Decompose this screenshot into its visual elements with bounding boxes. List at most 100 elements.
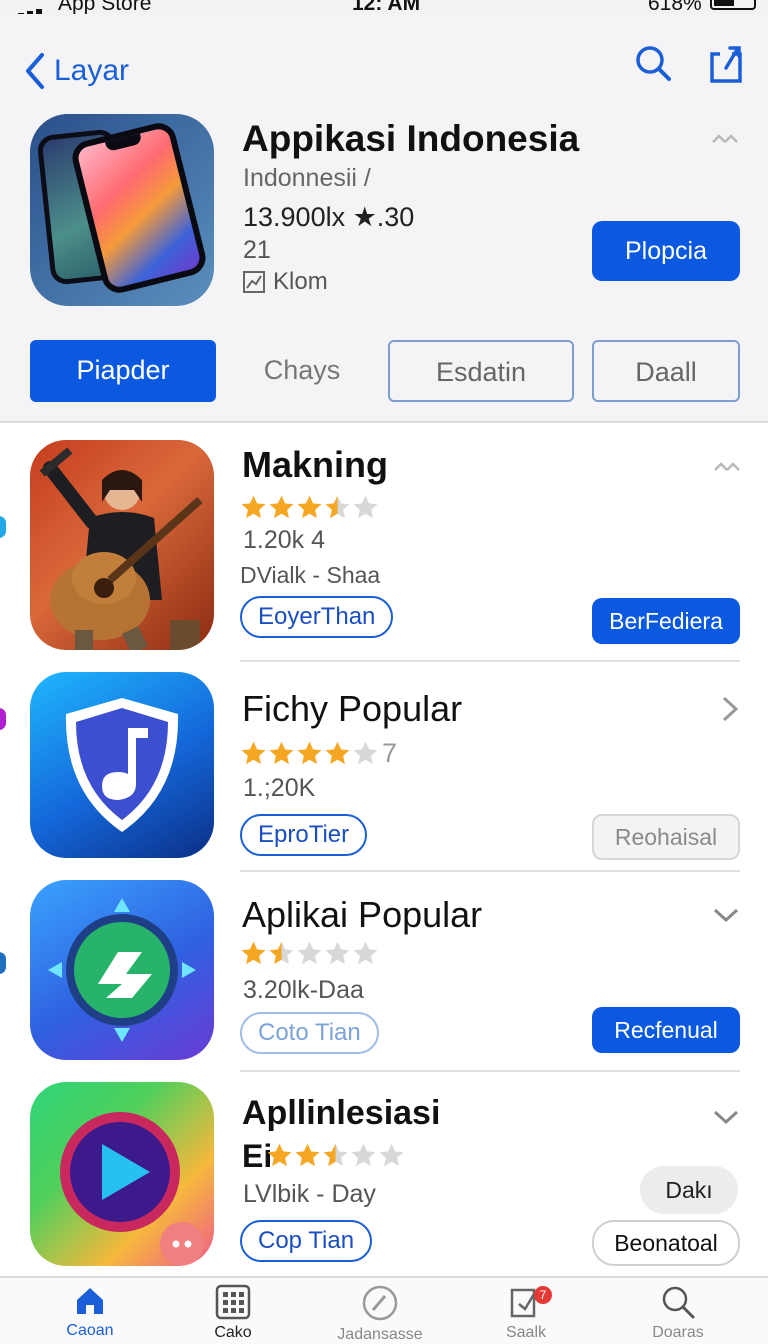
app-secondary-button[interactable]: Dakı: [640, 1166, 738, 1214]
featured-count: 21: [243, 236, 271, 264]
row-divider: [240, 660, 740, 662]
tab-esdatin[interactable]: Esdatin: [388, 340, 574, 402]
star-empty-icon: [353, 941, 378, 965]
tab-bar-label: Caoan: [66, 1322, 114, 1339]
list-item[interactable]: Fichy Popular 7 1.;20K EproTier Reohaisa…: [0, 672, 768, 872]
app-header: Layar Appikasi Indonesia Indonnesii / 13…: [0, 14, 768, 422]
star-half-icon: [323, 1143, 348, 1167]
open-button[interactable]: [720, 694, 740, 729]
app-title: Fichy Popular: [242, 688, 463, 729]
list-item[interactable]: Makning 1.20k 4 DVialk - Shaa EoyerThan …: [0, 440, 768, 662]
star-filled-icon: [297, 741, 322, 765]
app-action-button[interactable]: Beonatoal: [592, 1220, 740, 1266]
app-action-button[interactable]: BerFediera: [592, 598, 740, 644]
tab-bar-label: Saalk: [505, 1324, 547, 1341]
chevron-left-icon: [26, 53, 44, 89]
tab-bar-label: Cako: [214, 1324, 252, 1341]
star-empty-icon: [351, 1143, 376, 1167]
chevron-down-icon: [713, 908, 739, 923]
app-icon-music-shield[interactable]: [30, 672, 214, 858]
notification-badge: 7: [534, 1286, 552, 1304]
expand-button[interactable]: [712, 1108, 740, 1131]
star-rating: [240, 494, 380, 521]
featured-title: Appikasi Indonesia: [242, 118, 580, 159]
tab-bar-item-home[interactable]: Caoan: [30, 1284, 150, 1340]
header-divider: [0, 421, 768, 423]
app-tag[interactable]: EproTier: [240, 814, 368, 856]
chevron-up-icon: [712, 134, 738, 143]
app-tag[interactable]: Cop Tian: [240, 1220, 373, 1262]
tab-bar-item-search[interactable]: Doaras: [618, 1284, 738, 1342]
star-empty-icon: [297, 941, 322, 965]
star-filled-icon: [269, 741, 294, 765]
star-rating: 7: [240, 738, 397, 769]
app-stats: LVlbik - Day: [243, 1180, 376, 1208]
featured-subtitle: Indonnesii /: [243, 164, 371, 192]
star-filled-icon: [295, 1143, 320, 1167]
collapse-button[interactable]: [710, 130, 740, 151]
tab-bar-label: Doaras: [652, 1324, 704, 1341]
play-graphic: [60, 1112, 204, 1266]
grid-icon: [215, 1284, 251, 1320]
featured-app-icon[interactable]: [30, 114, 214, 306]
star-filled-icon: [269, 495, 294, 519]
back-label: Layar: [54, 54, 130, 87]
tab-bar-item-explore[interactable]: Jadansasse: [320, 1284, 440, 1344]
featured-action-button[interactable]: Plopcia: [592, 221, 740, 281]
chevron-up-icon: [714, 462, 740, 471]
home-icon: [77, 1288, 103, 1314]
row-divider: [240, 1070, 740, 1072]
star-half-icon: [269, 941, 294, 965]
app-tag[interactable]: EoyerThan: [240, 596, 394, 638]
guitarist-graphic: [39, 447, 203, 650]
chevron-down-icon: [713, 1110, 739, 1125]
tab-bar-label: Jadansasse: [337, 1326, 423, 1343]
app-action-button[interactable]: Reohaisal: [592, 814, 740, 860]
list-item[interactable]: Aplikai Popular 3.20lk-Daa Coto Tian Rec…: [0, 880, 768, 1072]
tab-chays[interactable]: Chays: [240, 340, 364, 402]
battery-icon: [710, 0, 756, 10]
chart-icon: [243, 271, 265, 293]
star-filled-icon: [241, 741, 266, 765]
rating-suffix: 7: [382, 738, 398, 768]
app-icon-compass[interactable]: [30, 880, 214, 1060]
app-stats: 3.20lk-Daa: [243, 976, 364, 1004]
tab-bar-item-apps[interactable]: Cako: [173, 1284, 293, 1342]
featured-meta-label: Klom: [273, 268, 328, 295]
chevron-right-icon: [722, 696, 739, 722]
app-stats: 1.;20K: [243, 774, 316, 802]
tab-daall[interactable]: Daall: [592, 340, 740, 402]
compass-graphic: [48, 898, 196, 1042]
app-tag[interactable]: Coto Tian: [240, 1012, 379, 1054]
app-title: Makning: [242, 444, 389, 485]
search-icon: [636, 46, 671, 81]
star-empty-icon: [353, 741, 378, 765]
list-item[interactable]: Apllinlesiasi Ei LVlbik - Day Cop Tian D…: [0, 1082, 768, 1272]
edge-indicator: [0, 708, 6, 730]
star-empty-icon: [325, 941, 350, 965]
app-icon-guitar[interactable]: [30, 440, 214, 650]
share-button[interactable]: [708, 44, 744, 89]
collapse-button[interactable]: [712, 458, 742, 479]
row-divider: [240, 870, 740, 872]
tab-piapder[interactable]: Piapder: [30, 340, 216, 402]
app-title: Aplikai Popular: [242, 894, 483, 935]
edge-indicator: [0, 952, 6, 974]
edge-indicator: [0, 516, 6, 538]
share-icon: [710, 46, 742, 83]
app-action-button[interactable]: Recfenual: [592, 1007, 740, 1053]
app-title: Apllinlesiasi: [242, 1094, 441, 1132]
search-button[interactable]: [634, 44, 672, 87]
back-button[interactable]: Layar: [24, 52, 129, 90]
expand-button[interactable]: [712, 906, 740, 929]
featured-meta: Klom: [243, 268, 328, 296]
music-shield-graphic: [65, 698, 179, 832]
app-icon-play[interactable]: [30, 1082, 214, 1266]
star-rating: [240, 940, 380, 967]
tab-bar-item-updates[interactable]: 7 Saalk: [466, 1284, 586, 1342]
star-filled-icon: [325, 741, 350, 765]
star-filled-icon: [267, 1143, 292, 1167]
star-half-icon: [325, 495, 350, 519]
app-stats: 1.20k 4: [243, 526, 326, 554]
star-empty-icon: [353, 495, 378, 519]
